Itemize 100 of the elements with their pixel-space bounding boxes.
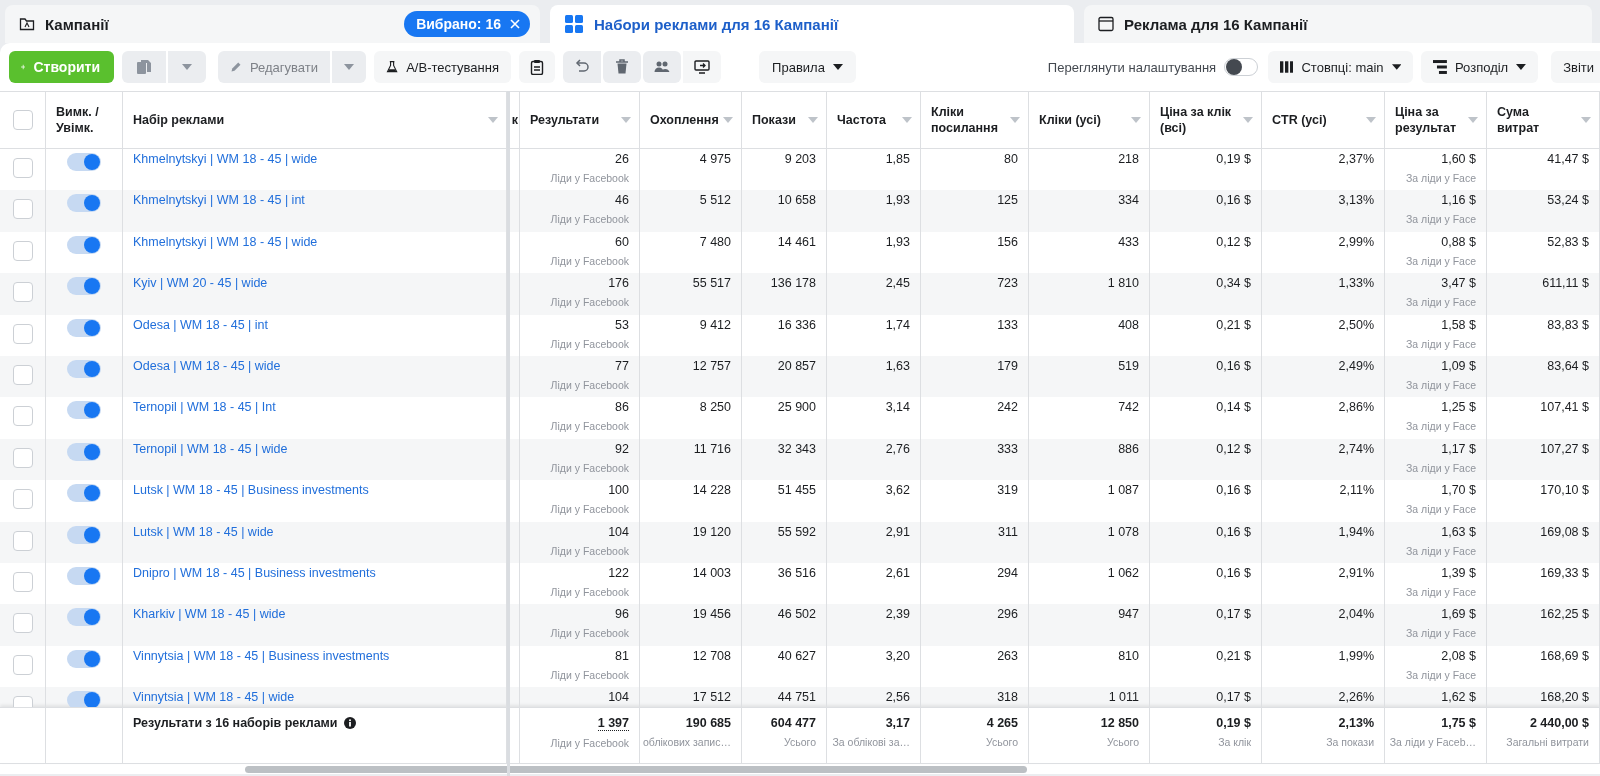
toggle-switch[interactable] bbox=[67, 484, 101, 503]
ad-set-link[interactable]: Khmelnytskyi | WM 18 - 45 | int bbox=[133, 193, 305, 208]
checkbox[interactable] bbox=[12, 240, 33, 261]
toggle-switch[interactable] bbox=[67, 235, 101, 254]
column-header[interactable]: Сума витрат bbox=[1487, 92, 1600, 148]
cell-value: 1 810 bbox=[1107, 276, 1139, 291]
checkbox[interactable] bbox=[12, 158, 33, 178]
cell-value: 1,63 bbox=[885, 358, 910, 373]
toggle-switch[interactable] bbox=[67, 277, 101, 296]
toggle-switch[interactable] bbox=[67, 525, 101, 544]
cell-value: 2,56 bbox=[885, 690, 910, 705]
column-header[interactable]: Частота bbox=[827, 92, 921, 148]
checkbox[interactable] bbox=[12, 613, 33, 634]
toggle-switch[interactable] bbox=[67, 401, 101, 420]
dropdown-button[interactable] bbox=[168, 51, 206, 83]
toggle-switch[interactable] bbox=[67, 194, 101, 213]
audience-button[interactable] bbox=[643, 51, 681, 83]
column-header[interactable]: Вимк. / Увімк. bbox=[46, 92, 123, 148]
toggle-switch[interactable] bbox=[67, 153, 101, 171]
checkbox[interactable] bbox=[12, 110, 33, 130]
reports-button[interactable]: Звіти bbox=[1551, 51, 1600, 83]
cell-note: За ліди у Faceb… bbox=[1389, 735, 1476, 749]
cell-note: облікових запис… bbox=[643, 735, 731, 749]
tab[interactable]: Реклама для 16 Кампанії bbox=[1084, 5, 1592, 43]
delete-button[interactable] bbox=[603, 51, 641, 83]
ad-set-link[interactable]: Kyiv | WM 20 - 45 | wide bbox=[133, 276, 268, 291]
column-header[interactable]: Кліки посилання bbox=[921, 92, 1029, 148]
column-header: к bbox=[511, 113, 518, 127]
undo-icon bbox=[574, 59, 590, 75]
toggle-switch[interactable] bbox=[67, 359, 101, 378]
ad-set-link[interactable]: Lutsk | WM 18 - 45 | Business investments bbox=[133, 483, 369, 498]
ad-set-link[interactable]: Odesa | WM 18 - 45 | int bbox=[133, 317, 269, 332]
caret-icon bbox=[832, 64, 843, 70]
toggle-switch[interactable] bbox=[1224, 58, 1259, 76]
rules-button[interactable]: Правила bbox=[759, 51, 856, 83]
checkbox[interactable] bbox=[12, 323, 33, 344]
column-header[interactable]: Результати bbox=[520, 92, 640, 148]
cell-value: 170,10 $ bbox=[1540, 483, 1589, 498]
caret-icon bbox=[1131, 117, 1141, 123]
cell-value: 2,99% bbox=[1338, 234, 1374, 249]
toggle-switch[interactable] bbox=[67, 566, 101, 585]
cell-value: 1,85 bbox=[885, 152, 910, 166]
total-value: 190 685 bbox=[685, 716, 731, 730]
caret-icon bbox=[488, 117, 498, 123]
clipboard-button[interactable] bbox=[519, 51, 555, 83]
ad-set-link[interactable]: Dnipro | WM 18 - 45 | Business investments bbox=[133, 565, 376, 580]
column-header[interactable]: Покази bbox=[742, 92, 827, 148]
ad-set-link[interactable]: Vinnytsia | WM 18 - 45 | Business investments bbox=[133, 648, 390, 663]
breakdown-button[interactable]: Розподіл bbox=[1421, 51, 1539, 83]
ad-set-link[interactable]: Kharkiv | WM 18 - 45 | wide bbox=[133, 607, 286, 622]
ad-set-link[interactable]: Khmelnytskyi | WM 18 - 45 | wide bbox=[133, 152, 318, 166]
column-header[interactable]: Кліки (усі) bbox=[1029, 92, 1150, 148]
cell-value: 81 bbox=[615, 648, 629, 663]
undo-button[interactable] bbox=[563, 51, 601, 83]
share-button[interactable] bbox=[683, 51, 721, 83]
toggle-switch[interactable] bbox=[67, 649, 101, 668]
checkbox[interactable] bbox=[12, 530, 33, 551]
column-header[interactable]: Охоплення bbox=[640, 92, 742, 148]
columns-button[interactable]: Стовпці: main bbox=[1268, 51, 1414, 83]
toggle-switch[interactable] bbox=[67, 442, 101, 461]
cell-value: 125 bbox=[997, 193, 1018, 208]
tab[interactable]: Кампанії Вибрано: 16 bbox=[5, 5, 540, 43]
tab[interactable]: Набори реклами для 16 Кампанії bbox=[550, 5, 1074, 43]
toggle-switch[interactable] bbox=[67, 608, 101, 627]
cell-value: 2,91 bbox=[885, 524, 910, 539]
cell-note: Ліди у Facebook bbox=[550, 584, 629, 599]
cell-value: 886 bbox=[1118, 441, 1139, 456]
cell-value: 0,16 $ bbox=[1216, 193, 1251, 208]
ad-set-link[interactable]: Lutsk | WM 18 - 45 | wide bbox=[133, 524, 274, 539]
cell-value: 26 bbox=[615, 152, 629, 166]
toggle-switch[interactable] bbox=[67, 691, 101, 707]
cell-note: Загальні витрати bbox=[1506, 735, 1589, 749]
checkbox[interactable] bbox=[12, 364, 33, 385]
ad-set-link[interactable]: Ternopil | WM 18 - 45 | wide bbox=[133, 441, 288, 456]
cell-value: 32 343 bbox=[777, 441, 816, 456]
cell-note: Ліди у Facebook bbox=[550, 419, 629, 434]
scrollbar-thumb[interactable] bbox=[245, 766, 1027, 773]
ad-set-link[interactable]: Odesa | WM 18 - 45 | wide bbox=[133, 358, 281, 373]
cell-value: 0,17 $ bbox=[1216, 690, 1251, 705]
column-header[interactable]: Ціна за клік (всі) bbox=[1150, 92, 1262, 148]
toggle-switch[interactable] bbox=[67, 318, 101, 337]
checkbox[interactable] bbox=[12, 282, 33, 303]
column-header[interactable]: CTR (усі) bbox=[1262, 92, 1385, 148]
ad-set-link[interactable]: Ternopil | WM 18 - 45 | Int bbox=[133, 400, 276, 415]
checkbox[interactable] bbox=[12, 489, 33, 510]
dropdown-button[interactable] bbox=[332, 51, 366, 83]
checkbox[interactable] bbox=[12, 199, 33, 220]
cell-value: 107,27 $ bbox=[1540, 441, 1589, 456]
checkbox[interactable] bbox=[12, 654, 33, 675]
selection-badge[interactable]: Вибрано: 16 bbox=[404, 11, 530, 37]
ab-test-button[interactable]: A/B-тестування bbox=[374, 51, 511, 83]
people-icon bbox=[654, 59, 670, 75]
cell-note: Усього bbox=[1107, 735, 1139, 749]
column-header[interactable]: Ціна за результат bbox=[1385, 92, 1487, 148]
ad-set-link[interactable]: Khmelnytskyi | WM 18 - 45 | wide bbox=[133, 234, 318, 249]
checkbox[interactable] bbox=[12, 571, 33, 592]
ad-set-link[interactable]: Vinnytsia | WM 18 - 45 | wide bbox=[133, 690, 295, 705]
checkbox[interactable] bbox=[12, 406, 33, 427]
cell-value: 92 bbox=[615, 441, 629, 456]
checkbox[interactable] bbox=[12, 447, 33, 468]
